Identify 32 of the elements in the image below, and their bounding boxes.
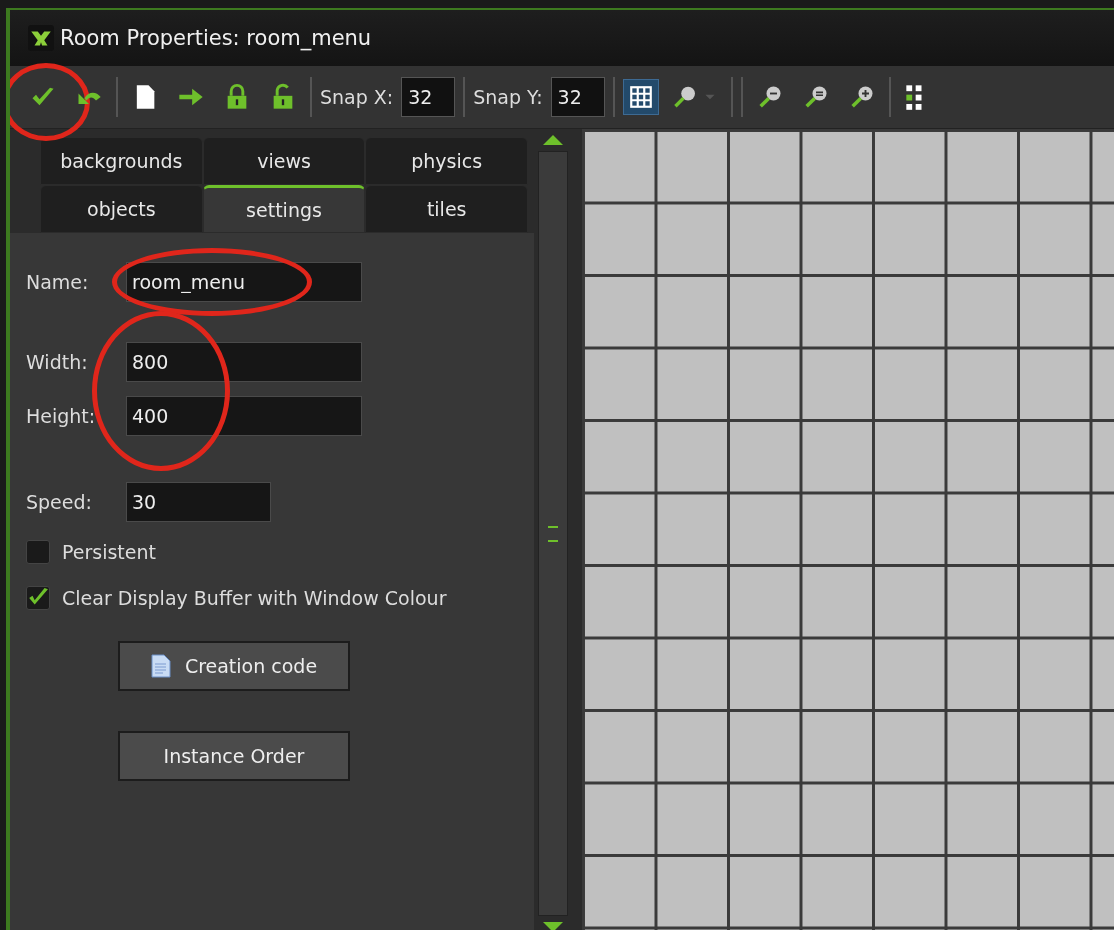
height-field[interactable]: 400 xyxy=(126,396,362,436)
tab[interactable]: views xyxy=(202,137,366,185)
checkbox[interactable] xyxy=(26,540,50,564)
grid-toggle-icon[interactable] xyxy=(622,79,659,115)
scroll-up-icon[interactable] xyxy=(543,135,563,145)
height-label: Height: xyxy=(26,405,97,427)
speed-field[interactable]: 30 xyxy=(126,482,271,522)
width-field[interactable]: 800 xyxy=(126,342,362,382)
instance-order-button[interactable]: Instance Order xyxy=(118,731,350,781)
app-logo-icon xyxy=(28,25,54,51)
tab[interactable]: tiles xyxy=(365,185,528,233)
snap-field[interactable]: 32 xyxy=(401,77,456,117)
document-icon xyxy=(150,654,171,678)
scroll-down-icon[interactable] xyxy=(543,922,563,930)
room-grid[interactable] xyxy=(582,129,1114,930)
checkbox[interactable] xyxy=(26,586,50,610)
tab[interactable]: settings xyxy=(202,185,366,233)
checkbox-label: Clear Display Buffer with Window Colour xyxy=(62,587,447,609)
snap-label: Snap Y: xyxy=(473,86,543,108)
snap-label: Snap X: xyxy=(320,86,394,108)
creation-code-button[interactable]: Creation code xyxy=(118,641,350,691)
name-field[interactable]: room_menu xyxy=(126,262,362,302)
width-label: Width: xyxy=(26,351,89,373)
snap-field[interactable]: 32 xyxy=(550,77,605,117)
tab[interactable]: physics xyxy=(365,137,528,185)
tab[interactable]: objects xyxy=(40,185,203,233)
name-label: Name: xyxy=(26,271,90,293)
scrollbar-thumb[interactable] xyxy=(538,151,568,916)
speed-label: Speed: xyxy=(26,491,93,513)
checkbox-label: Persistent xyxy=(62,541,156,563)
tab[interactable]: backgrounds xyxy=(40,137,203,185)
window-title: Room Properties: room_menu xyxy=(60,26,372,50)
